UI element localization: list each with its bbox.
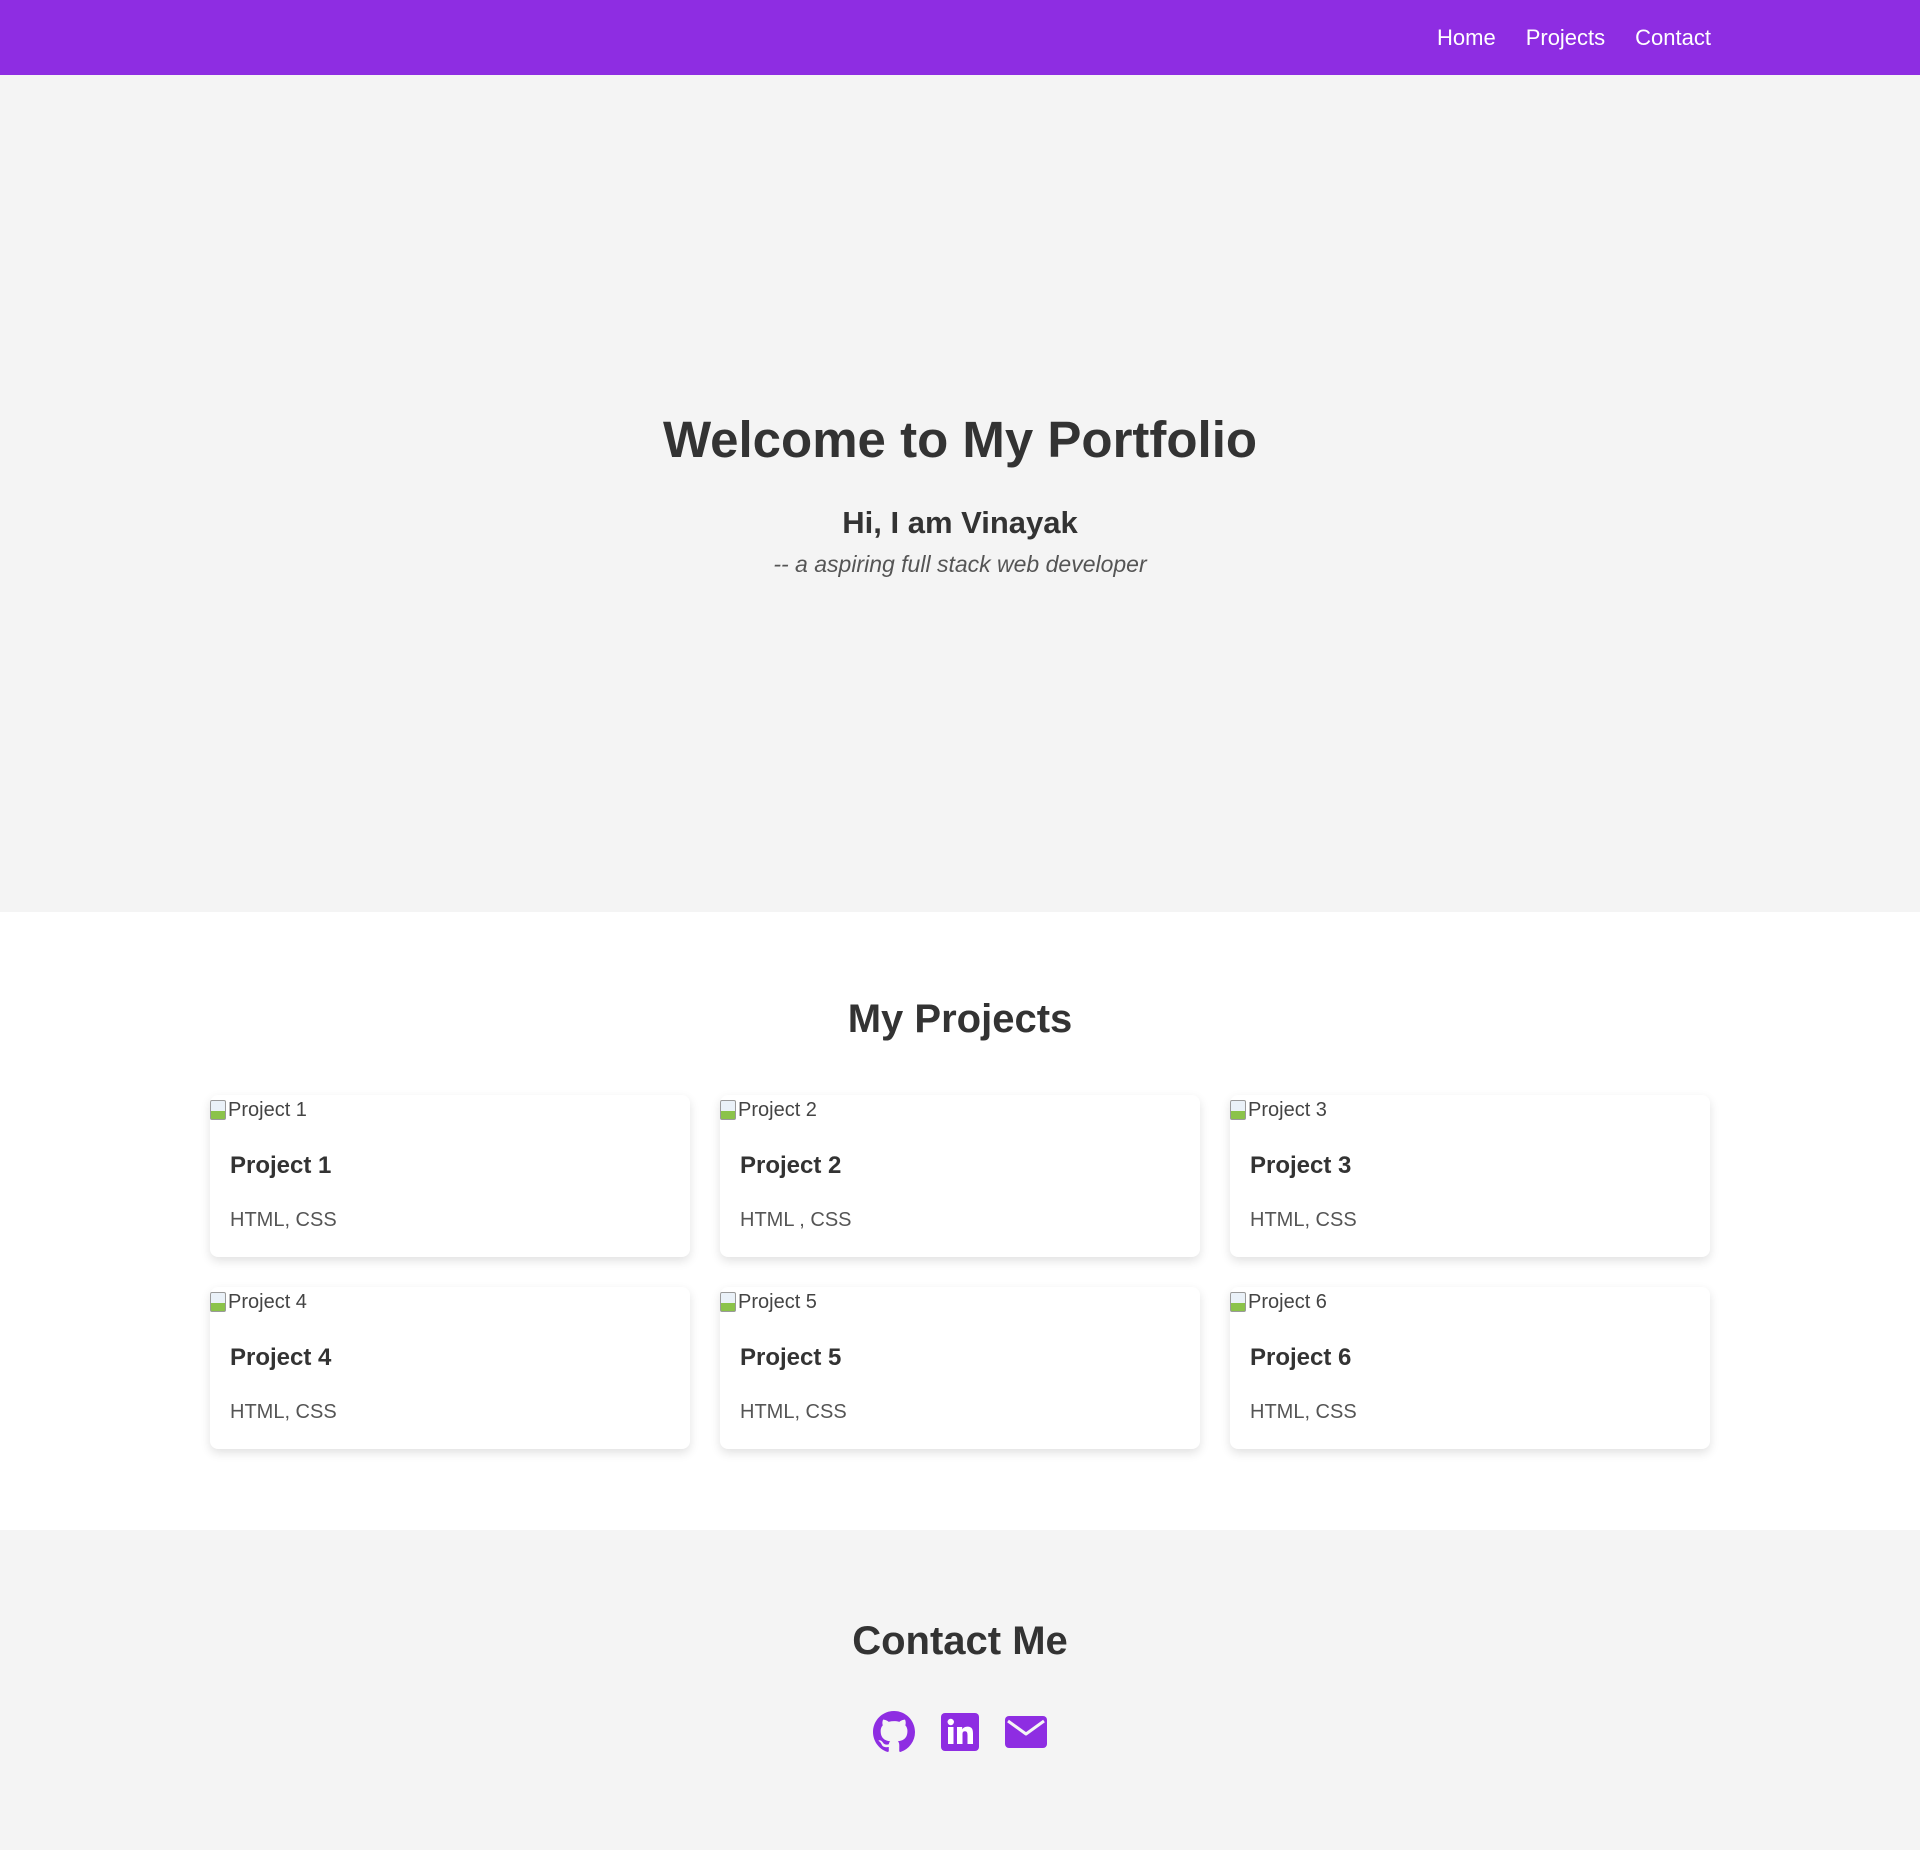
broken-image-icon (1230, 1100, 1246, 1120)
project-tech: HTML, CSS (1250, 1209, 1357, 1231)
nav-link-projects[interactable]: Projects (1526, 25, 1605, 51)
project-tech: HTML, CSS (230, 1209, 337, 1231)
linkedin-icon[interactable] (938, 1710, 982, 1754)
project-image-alt: Project 6 (1248, 1290, 1327, 1313)
contact-title: Contact Me (852, 1619, 1068, 1663)
project-tech: HTML , CSS (740, 1209, 852, 1231)
navbar: Home Projects Contact (0, 0, 1920, 75)
projects-section: My Projects Project 1 Project 1 HTML, CS… (0, 912, 1920, 1530)
hero-title: Welcome to My Portfolio (662, 410, 1258, 468)
hero-section: Welcome to My Portfolio Hi, I am Vinayak… (0, 75, 1920, 912)
broken-image-icon (210, 1292, 226, 1312)
project-name: Project 4 (230, 1344, 332, 1371)
project-image: Project 4 (210, 1287, 690, 1317)
project-card[interactable]: Project 1 Project 1 HTML, CSS (210, 1095, 690, 1257)
project-name: Project 6 (1250, 1344, 1352, 1371)
project-image: Project 6 (1230, 1287, 1710, 1317)
project-image: Project 5 (720, 1287, 1200, 1317)
project-tech: HTML, CSS (230, 1401, 337, 1423)
project-name: Project 2 (740, 1152, 842, 1179)
project-grid: Project 1 Project 1 HTML, CSS Project 2 … (210, 1095, 1710, 1449)
project-image: Project 3 (1230, 1095, 1710, 1125)
project-tech: HTML, CSS (740, 1401, 847, 1423)
broken-image-icon (1230, 1292, 1246, 1312)
project-image-alt: Project 4 (228, 1290, 307, 1313)
project-image: Project 1 (210, 1095, 690, 1125)
hero-tagline: -- a aspiring full stack web developer (773, 550, 1147, 577)
project-tech: HTML, CSS (1250, 1401, 1357, 1423)
nav-link-home[interactable]: Home (1437, 25, 1496, 51)
project-card[interactable]: Project 5 Project 5 HTML, CSS (720, 1287, 1200, 1449)
envelope-icon[interactable] (1004, 1710, 1048, 1754)
broken-image-icon (720, 1292, 736, 1312)
projects-title: My Projects (847, 997, 1073, 1041)
nav-link-contact[interactable]: Contact (1635, 25, 1711, 51)
project-card[interactable]: Project 6 Project 6 HTML, CSS (1230, 1287, 1710, 1449)
project-card[interactable]: Project 2 Project 2 HTML , CSS (720, 1095, 1200, 1257)
hero-greeting: Hi, I am Vinayak (842, 504, 1078, 540)
broken-image-icon (720, 1100, 736, 1120)
project-name: Project 3 (1250, 1152, 1352, 1179)
project-image-alt: Project 1 (228, 1098, 307, 1121)
project-card[interactable]: Project 4 Project 4 HTML, CSS (210, 1287, 690, 1449)
project-name: Project 5 (740, 1344, 842, 1371)
project-image-alt: Project 5 (738, 1290, 817, 1313)
github-icon[interactable] (872, 1710, 916, 1754)
project-image-alt: Project 2 (738, 1098, 817, 1121)
contact-icons (0, 1710, 1920, 1754)
project-card[interactable]: Project 3 Project 3 HTML, CSS (1230, 1095, 1710, 1257)
project-name: Project 1 (230, 1152, 332, 1179)
broken-image-icon (210, 1100, 226, 1120)
project-image: Project 2 (720, 1095, 1200, 1125)
contact-section: Contact Me (0, 1530, 1920, 1850)
project-image-alt: Project 3 (1248, 1098, 1327, 1121)
